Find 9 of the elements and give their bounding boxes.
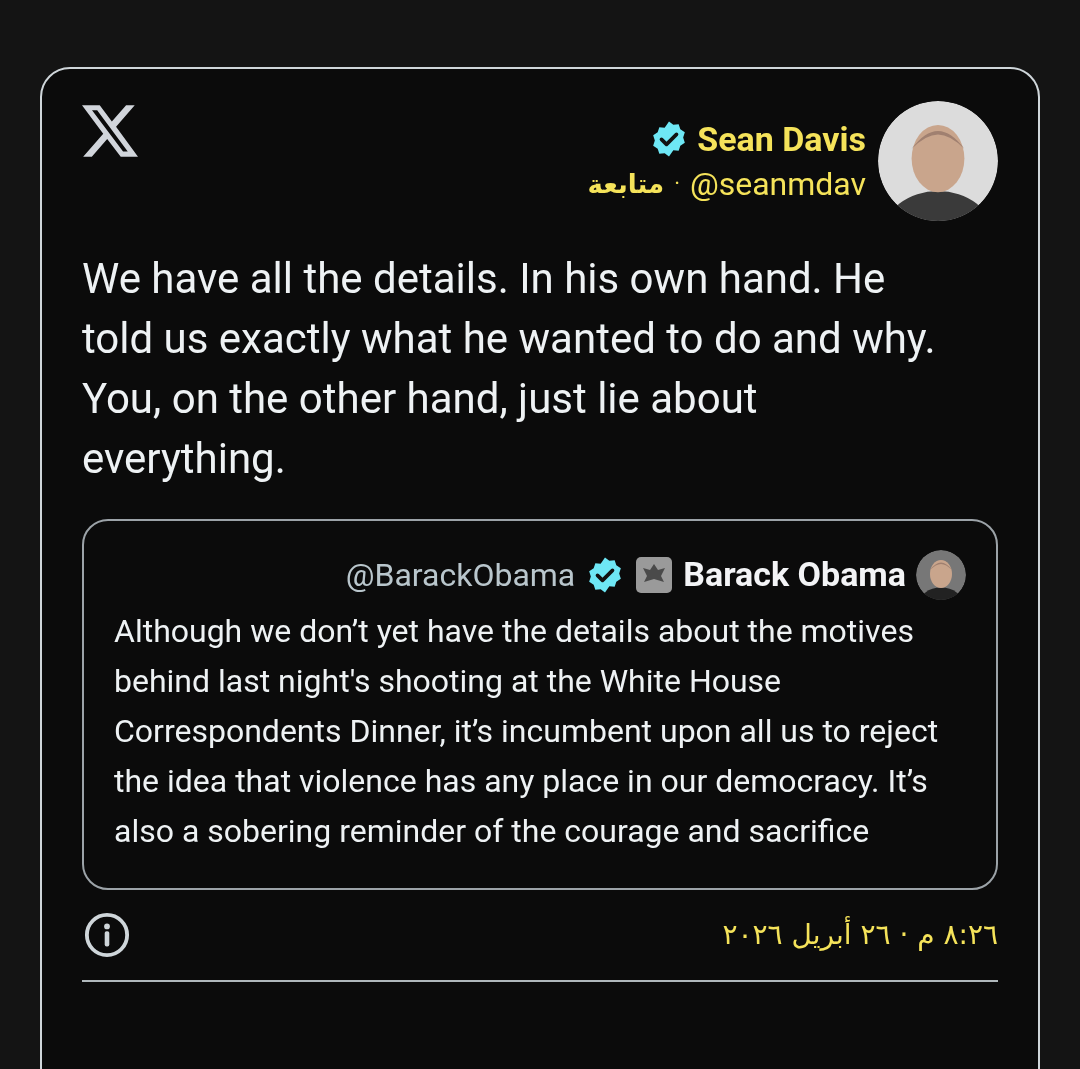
author-name: Sean Davis: [697, 118, 866, 161]
follow-link[interactable]: متابعة: [587, 162, 665, 206]
separator-dot: ·: [674, 170, 680, 198]
timestamp: ٨:٢٦ م · ٢٦ أبريل ٢٠٢٦: [722, 915, 998, 953]
quoted-text: Although we don’t yet have the details about the motives behind last night's shooting at the White House Correspondents Dinner, it’s incumbent upon all us to reject the idea that violence has any place in our democracy. It’s also a sobering reminder of the courage and sacrifice: [114, 611, 940, 852]
post-text: We have all the details. In his own hand. He told us exactly what he wanted to do and why. You, on the other hand, just lie about everything.: [82, 253, 937, 485]
author-handle: @seanmdav: [689, 164, 866, 205]
quoted-handle: @BarackObama: [345, 554, 576, 596]
quoted-author-name: Barack Obama: [683, 553, 906, 596]
